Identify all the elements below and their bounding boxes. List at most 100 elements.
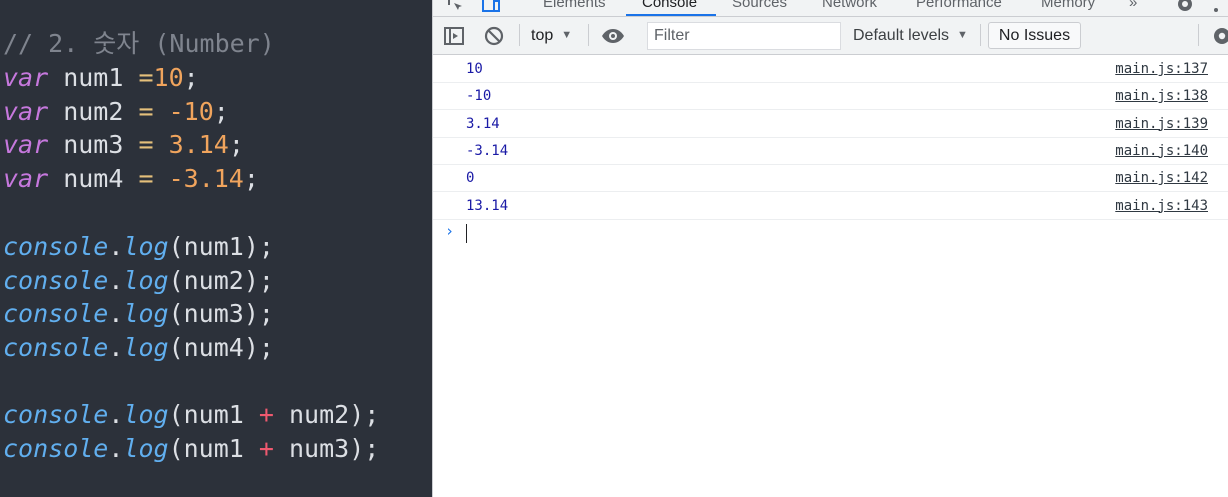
- code-token: // 2. 숫자 (Number): [3, 29, 275, 58]
- code-token: num3: [48, 130, 139, 159]
- device-toolbar-icon[interactable]: [481, 0, 501, 16]
- live-expression-eye-icon[interactable]: [600, 24, 624, 48]
- console-log-row: 13.14 main.js:143: [433, 193, 1228, 220]
- log-source-link[interactable]: main.js:139: [1115, 116, 1208, 132]
- code-token: .: [108, 232, 124, 261]
- code-token: log: [123, 266, 169, 295]
- code-token: (num3);: [168, 299, 274, 328]
- code-token: log: [123, 232, 169, 261]
- code-token: console: [3, 434, 109, 463]
- code-editor[interactable]: // 2. 숫자 (Number) var num1 =10; var num2 =…: [0, 0, 432, 497]
- code-token: var: [3, 63, 49, 92]
- log-levels-label: Default levels: [853, 27, 950, 44]
- code-token: log: [123, 299, 169, 328]
- issues-button[interactable]: No Issues: [988, 22, 1081, 49]
- code-token: -10: [168, 97, 214, 126]
- code-token: (num2);: [168, 266, 274, 295]
- log-source-link[interactable]: main.js:142: [1115, 170, 1208, 186]
- log-source-link[interactable]: main.js:140: [1115, 143, 1208, 159]
- log-value: 3.14: [466, 115, 500, 132]
- code-line: console.log(num1);: [3, 230, 274, 264]
- log-source-link[interactable]: main.js:137: [1115, 61, 1208, 77]
- code-line: console.log(num1 + num3);: [3, 432, 379, 466]
- code-token: ;: [228, 130, 244, 159]
- console-log-row: 3.14 main.js:139: [433, 111, 1228, 138]
- chevron-down-icon: ▼: [561, 29, 573, 41]
- code-token: var: [3, 130, 49, 159]
- code-token: log: [123, 434, 169, 463]
- clear-console-icon[interactable]: [482, 24, 506, 48]
- code-line: var num2 = -10;: [3, 95, 229, 129]
- code-token: (num1: [168, 434, 259, 463]
- prompt-chevron-icon: ›: [445, 222, 455, 240]
- console-settings-gear-icon[interactable]: [1210, 24, 1228, 48]
- code-token: ;: [243, 164, 259, 193]
- code-token: log: [123, 400, 169, 429]
- code-token: 3.14: [168, 130, 229, 159]
- code-token: .: [108, 299, 124, 328]
- context-selector[interactable]: top ▼: [531, 25, 572, 47]
- code-line: console.log(num4);: [3, 331, 274, 365]
- code-line: console.log(num1 + num2);: [3, 398, 379, 432]
- console-toolbar: top ▼ Default levels ▼ No Issues: [433, 17, 1228, 55]
- code-token: (num1);: [168, 232, 274, 261]
- filter-input[interactable]: [647, 22, 841, 50]
- devtools-panel: Elements Console Sources Network Perform…: [432, 0, 1228, 497]
- code-token: +: [258, 400, 274, 429]
- tab-memory[interactable]: Memory: [1041, 0, 1095, 16]
- console-output[interactable]: 10 main.js:137 -10 main.js:138 3.14 main.js:1…: [433, 56, 1228, 497]
- code-token: console: [3, 400, 109, 429]
- code-line: var num1 =10;: [3, 61, 199, 95]
- console-prompt[interactable]: ›: [433, 221, 1228, 245]
- code-token: ;: [183, 63, 199, 92]
- log-source-link[interactable]: main.js:143: [1115, 198, 1208, 214]
- show-sidebar-icon[interactable]: [442, 24, 466, 48]
- console-log-row: 0 main.js:142: [433, 165, 1228, 193]
- text-cursor: [466, 224, 467, 243]
- code-token: num3);: [273, 434, 380, 463]
- toolbar-divider: [980, 24, 981, 46]
- toolbar-divider: [588, 24, 589, 46]
- code-token: console: [3, 232, 109, 261]
- context-label: top: [531, 27, 554, 44]
- code-token: .: [108, 266, 124, 295]
- devtools-tab-bar: Elements Console Sources Network Perform…: [433, 0, 1228, 17]
- tab-performance[interactable]: Performance: [916, 0, 1002, 16]
- code-token: .: [108, 400, 124, 429]
- toolbar-divider: [519, 24, 520, 46]
- code-token: var: [3, 164, 49, 193]
- log-value: -3.14: [466, 142, 509, 159]
- code-token: console: [3, 333, 109, 362]
- log-source-link[interactable]: main.js:138: [1115, 88, 1208, 104]
- code-token: num4: [48, 164, 139, 193]
- code-token: .: [108, 333, 124, 362]
- code-token: console: [3, 299, 109, 328]
- toolbar-divider: [1198, 24, 1199, 46]
- code-token: ;: [213, 97, 229, 126]
- more-options-icon[interactable]: [1212, 0, 1220, 16]
- code-token: log: [123, 333, 169, 362]
- code-token: (num1: [168, 400, 259, 429]
- settings-gear-icon[interactable]: [1175, 0, 1195, 16]
- console-log-row: -10 main.js:138: [433, 83, 1228, 111]
- code-token: =: [138, 97, 154, 126]
- code-token: =: [138, 130, 154, 159]
- tab-sources[interactable]: Sources: [732, 0, 787, 16]
- code-line: // 2. 숫자 (Number): [3, 27, 275, 61]
- code-token: num1: [48, 63, 139, 92]
- log-value: 10: [466, 61, 483, 77]
- more-tabs-button[interactable]: »: [1129, 0, 1137, 16]
- tab-network[interactable]: Network: [822, 0, 877, 16]
- log-value: 0: [466, 170, 475, 187]
- log-levels-selector[interactable]: Default levels ▼: [853, 25, 968, 47]
- tab-elements[interactable]: Elements: [543, 0, 606, 16]
- code-token: +: [258, 434, 274, 463]
- code-line: console.log(num3);: [3, 297, 274, 331]
- code-token: (num4);: [168, 333, 274, 362]
- code-line: var num3 = 3.14;: [3, 128, 244, 162]
- inspect-element-icon[interactable]: [445, 0, 465, 16]
- code-token: console: [3, 266, 109, 295]
- console-log-row: 10 main.js:137: [433, 56, 1228, 83]
- code-token: -3.14: [168, 164, 244, 193]
